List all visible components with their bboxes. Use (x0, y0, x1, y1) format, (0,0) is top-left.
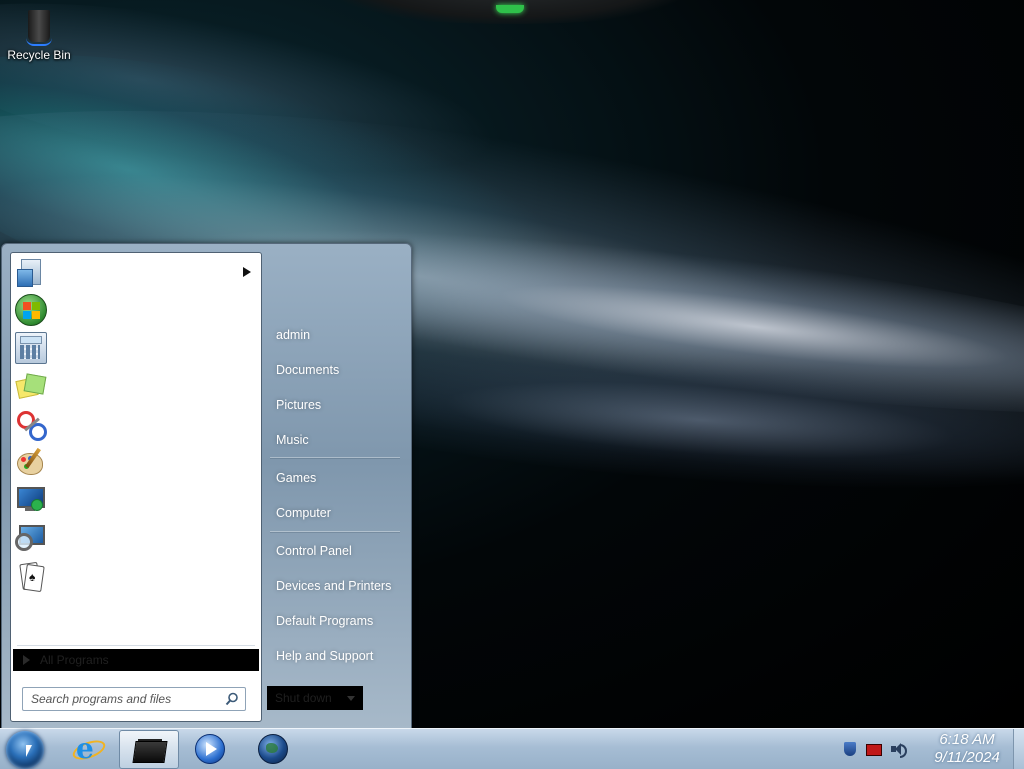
system-tray: 6:18 AM 9/11/2024 (838, 729, 1024, 769)
file-explorer-icon (132, 738, 168, 763)
taskbar-internet-explorer[interactable]: e (58, 730, 116, 767)
windows-logo-icon (15, 294, 47, 326)
place-default-programs[interactable]: Default Programs (276, 614, 373, 628)
place-control-panel[interactable]: Control Panel (276, 544, 352, 558)
places-separator (270, 457, 400, 459)
show-desktop-button[interactable] (1013, 729, 1024, 769)
recycle-bin-shortcut[interactable]: Recycle Bin (4, 6, 74, 62)
desktop-top-handle (330, 0, 690, 24)
calculator-icon (15, 332, 47, 364)
chevron-down-icon[interactable] (347, 695, 355, 701)
start-button[interactable] (6, 731, 44, 769)
place-help-and-support[interactable]: Help and Support (276, 649, 373, 663)
clock-time: 6:18 AM (939, 731, 995, 748)
remote-desktop-icon (15, 485, 45, 515)
program-item-sticky-notes[interactable] (11, 367, 261, 405)
program-item-paint[interactable] (11, 443, 261, 481)
solitaire-icon: ♠ (15, 561, 45, 593)
places-separator (270, 531, 400, 533)
program-item-solitaire[interactable]: ♠ (11, 557, 261, 595)
recycle-bin-label: Recycle Bin (7, 48, 71, 62)
flag-icon[interactable] (866, 741, 882, 757)
all-programs-button[interactable]: All Programs (13, 649, 259, 671)
pinned-programs-list: ♠ (11, 253, 261, 595)
taskbar-file-explorer[interactable] (119, 730, 179, 769)
taskbar-media-player[interactable] (181, 730, 239, 767)
program-item-remote-desktop[interactable] (11, 481, 261, 519)
recycle-bin-icon (24, 6, 54, 46)
program-item-magnifier[interactable] (11, 519, 261, 557)
clock[interactable]: 6:18 AM 9/11/2024 (922, 731, 1012, 767)
getting-started-icon (15, 257, 45, 287)
programs-divider (17, 645, 255, 646)
user-picture-area (264, 258, 404, 318)
start-menu: ♠ All Programs admin Documents Pictures … (1, 243, 412, 730)
place-music[interactable]: Music (276, 433, 309, 447)
place-devices-and-printers[interactable]: Devices and Printers (276, 579, 391, 593)
speaker-icon[interactable] (890, 741, 907, 758)
place-user-folder[interactable]: admin (276, 328, 310, 342)
start-menu-places-pane: admin Documents Pictures Music Games Com… (264, 252, 404, 722)
program-item-calculator[interactable] (11, 329, 261, 367)
place-games[interactable]: Games (276, 471, 316, 485)
submenu-arrow-icon[interactable] (243, 267, 251, 277)
place-pictures[interactable]: Pictures (276, 398, 321, 412)
mouse-cursor-icon (26, 745, 32, 757)
sticky-notes-icon (15, 371, 47, 401)
program-item-windows[interactable] (11, 291, 261, 329)
arrow-right-icon (23, 655, 30, 665)
clock-date: 9/11/2024 (934, 749, 1000, 766)
search-box[interactable] (22, 687, 246, 711)
internet-explorer-icon: e (70, 734, 108, 764)
search-input[interactable] (23, 690, 221, 708)
taskbar: e 6:18 AM 9/11/2024 (0, 728, 1024, 769)
shutdown-label: Shut down (275, 691, 332, 705)
shield-icon[interactable] (842, 741, 858, 757)
taskbar-globe-app[interactable] (244, 730, 302, 767)
place-computer[interactable]: Computer (276, 506, 331, 520)
program-item-getting-started[interactable] (11, 253, 261, 291)
shutdown-button[interactable]: Shut down (267, 686, 363, 710)
snipping-tool-icon (15, 409, 47, 441)
place-documents[interactable]: Documents (276, 363, 339, 377)
program-item-snipping-tool[interactable] (11, 405, 261, 443)
paint-icon (15, 447, 45, 477)
globe-icon (258, 733, 288, 764)
media-player-icon (195, 733, 225, 764)
start-menu-programs-pane: ♠ All Programs (10, 252, 262, 722)
all-programs-label: All Programs (40, 653, 109, 667)
magnifier-icon (15, 523, 45, 553)
search-icon[interactable] (225, 692, 239, 706)
handle-grip (496, 5, 524, 13)
